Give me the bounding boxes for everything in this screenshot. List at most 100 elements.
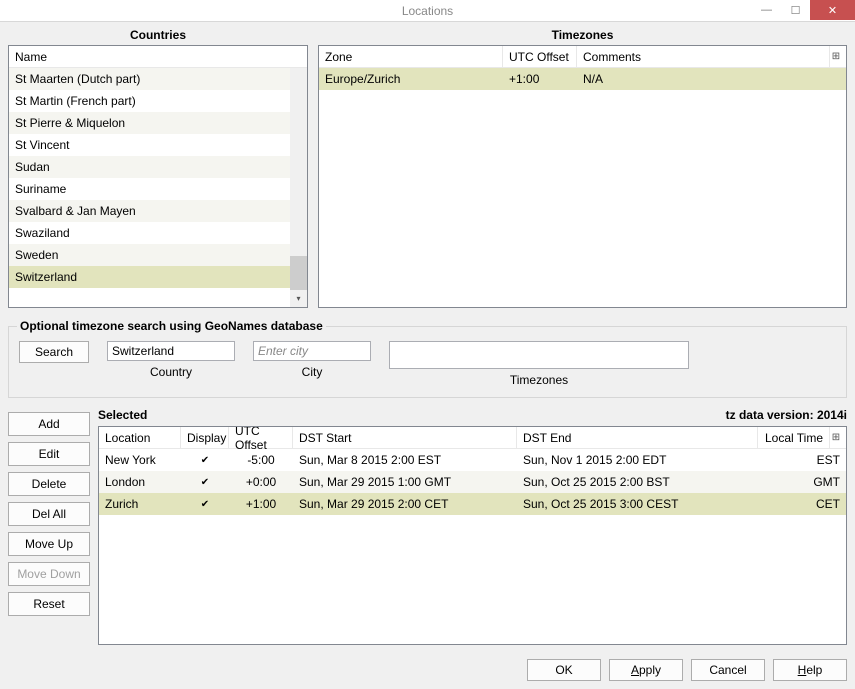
timezones-label: Timezones <box>510 373 568 387</box>
delete-button[interactable]: Delete <box>8 472 90 496</box>
cancel-button[interactable]: Cancel <box>691 659 765 681</box>
selected-row[interactable]: London✔+0:00Sun, Mar 29 2015 1:00 GMTSun… <box>99 471 846 493</box>
offset-column[interactable]: UTC Offset <box>503 46 577 68</box>
del-all-button[interactable]: Del All <box>8 502 90 526</box>
search-button-col: Search <box>19 341 89 363</box>
selected-row[interactable]: New York✔-5:00Sun, Mar 8 2015 2:00 ESTSu… <box>99 449 846 471</box>
timezones-heading: Timezones <box>318 28 847 45</box>
country-input-col: Country <box>107 341 235 379</box>
country-row[interactable]: St Maarten (Dutch part) <box>9 68 307 90</box>
offset-cell: +1:00 <box>229 493 293 515</box>
local-time-column[interactable]: Local Time <box>758 427 830 449</box>
selected-column-header[interactable]: Location Display UTC Offset DST Start DS… <box>99 427 846 449</box>
dst-end-cell: Sun, Oct 25 2015 3:00 CEST <box>517 493 774 515</box>
move-down-button[interactable]: Move Down <box>8 562 90 586</box>
comments-cell: N/A <box>577 72 846 86</box>
country-row[interactable]: St Vincent <box>9 134 307 156</box>
city-label: City <box>302 365 323 379</box>
add-button[interactable]: Add <box>8 412 90 436</box>
dst-start-cell: Sun, Mar 29 2015 2:00 CET <box>293 493 517 515</box>
dst-start-cell: Sun, Mar 8 2015 2:00 EST <box>293 449 517 471</box>
edit-button[interactable]: Edit <box>8 442 90 466</box>
reset-button[interactable]: Reset <box>8 592 90 616</box>
help-button[interactable]: Help <box>773 659 847 681</box>
dst-start-column[interactable]: DST Start <box>293 427 517 449</box>
dialog-buttons: OK Apply Cancel Help <box>8 653 847 681</box>
column-picker-icon[interactable]: ⊞ <box>830 51 846 62</box>
top-panels: Countries Name St Maarten (Dutch part)St… <box>8 28 847 308</box>
selected-panel: Selected tz data version: 2014i Location… <box>98 406 847 645</box>
comments-column[interactable]: Comments <box>577 46 830 68</box>
country-input[interactable] <box>107 341 235 361</box>
countries-panel: Countries Name St Maarten (Dutch part)St… <box>8 28 308 308</box>
window-controls: — ☐ ✕ <box>752 0 855 20</box>
titlebar: Locations — ☐ ✕ <box>0 0 855 22</box>
offset-cell: +0:00 <box>229 471 293 493</box>
country-row[interactable]: Suriname <box>9 178 307 200</box>
zone-column[interactable]: Zone <box>319 46 503 68</box>
ok-button[interactable]: OK <box>527 659 601 681</box>
display-cell: ✔ <box>181 449 229 471</box>
selected-row[interactable]: Zurich✔+1:00Sun, Mar 29 2015 2:00 CETSun… <box>99 493 846 515</box>
timezone-row[interactable]: Europe/Zurich+1:00N/A <box>319 68 846 90</box>
countries-heading: Countries <box>8 28 308 45</box>
countries-rows: St Maarten (Dutch part)St Martin (French… <box>9 68 307 307</box>
country-row[interactable]: Svalbard & Jan Mayen <box>9 200 307 222</box>
display-cell: ✔ <box>181 493 229 515</box>
countries-column-header[interactable]: Name <box>9 46 307 68</box>
apply-button[interactable]: Apply <box>609 659 683 681</box>
geonames-search-group: Optional timezone search using GeoNames … <box>8 326 847 398</box>
timezones-rows: Europe/Zurich+1:00N/A <box>319 68 846 307</box>
city-input-col: City <box>253 341 371 379</box>
maximize-button[interactable]: ☐ <box>781 0 810 20</box>
dst-end-column[interactable]: DST End <box>517 427 758 449</box>
search-button[interactable]: Search <box>19 341 89 363</box>
selected-section: Add Edit Delete Del All Move Up Move Dow… <box>8 406 847 645</box>
dst-start-cell: Sun, Mar 29 2015 1:00 GMT <box>293 471 517 493</box>
dialog-content: Countries Name St Maarten (Dutch part)St… <box>0 22 855 689</box>
selected-table[interactable]: Location Display UTC Offset DST Start DS… <box>98 426 847 645</box>
local-time-cell: EST <box>774 449 846 471</box>
name-column[interactable]: Name <box>9 46 307 68</box>
scrollbar-thumb[interactable] <box>290 256 307 290</box>
timezones-output-col: Timezones <box>389 341 689 387</box>
display-column[interactable]: Display <box>181 427 229 449</box>
location-cell: New York <box>99 449 181 471</box>
local-time-cell: CET <box>774 493 846 515</box>
timezones-panel: Timezones Zone UTC Offset Comments ⊞ Eur… <box>318 28 847 308</box>
country-row[interactable]: Switzerland <box>9 266 307 288</box>
minimize-button[interactable]: — <box>752 0 781 20</box>
search-row: Search Country City Timezones <box>19 341 836 387</box>
country-row[interactable]: St Pierre & Miquelon <box>9 112 307 134</box>
offset-column[interactable]: UTC Offset <box>229 427 293 449</box>
close-button[interactable]: ✕ <box>810 0 855 20</box>
country-row[interactable]: Sudan <box>9 156 307 178</box>
move-up-button[interactable]: Move Up <box>8 532 90 556</box>
tz-data-version: tz data version: 2014i <box>726 408 847 422</box>
zone-cell: Europe/Zurich <box>319 72 503 86</box>
timezones-column-header[interactable]: Zone UTC Offset Comments ⊞ <box>319 46 846 68</box>
offset-cell: +1:00 <box>503 72 577 86</box>
country-row[interactable]: Swaziland <box>9 222 307 244</box>
locations-window: Locations — ☐ ✕ Countries Name St Maarte… <box>0 0 855 689</box>
timezones-display[interactable] <box>389 341 689 369</box>
selected-title: Selected <box>98 408 147 422</box>
column-picker-icon[interactable]: ⊞ <box>830 432 846 443</box>
country-label: Country <box>150 365 192 379</box>
dst-end-cell: Sun, Oct 25 2015 2:00 BST <box>517 471 774 493</box>
display-cell: ✔ <box>181 471 229 493</box>
window-title: Locations <box>402 4 453 18</box>
city-input[interactable] <box>253 341 371 361</box>
country-row[interactable]: St Martin (French part) <box>9 90 307 112</box>
timezones-listbox[interactable]: Zone UTC Offset Comments ⊞ Europe/Zurich… <box>318 45 847 308</box>
selected-header: Selected tz data version: 2014i <box>98 406 847 426</box>
countries-scrollbar[interactable]: ▾ <box>290 68 307 307</box>
selected-rows: New York✔-5:00Sun, Mar 8 2015 2:00 ESTSu… <box>99 449 846 644</box>
country-row[interactable]: Sweden <box>9 244 307 266</box>
location-column[interactable]: Location <box>99 427 181 449</box>
countries-listbox[interactable]: Name St Maarten (Dutch part)St Martin (F… <box>8 45 308 308</box>
scroll-down-arrow[interactable]: ▾ <box>290 290 307 307</box>
offset-cell: -5:00 <box>229 449 293 471</box>
location-cell: Zurich <box>99 493 181 515</box>
dst-end-cell: Sun, Nov 1 2015 2:00 EDT <box>517 449 774 471</box>
